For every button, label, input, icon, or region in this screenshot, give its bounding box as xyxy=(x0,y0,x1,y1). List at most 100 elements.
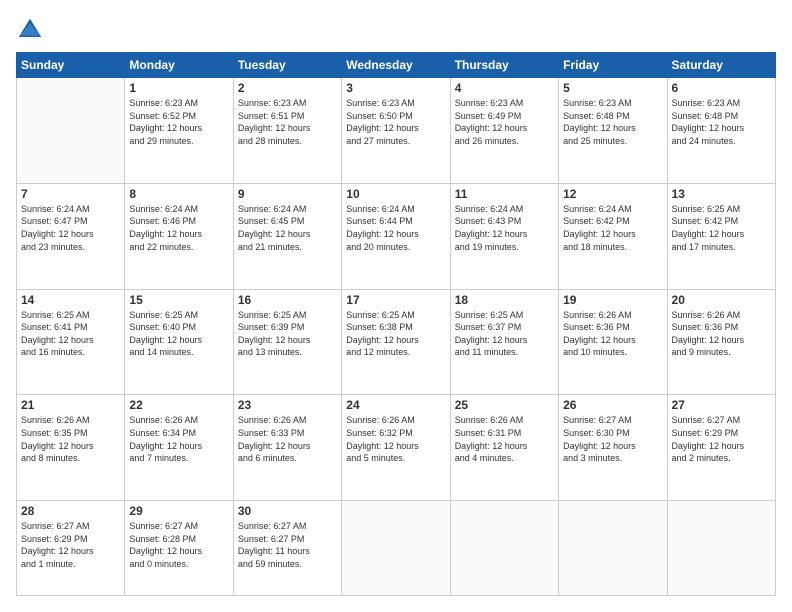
page: SundayMondayTuesdayWednesdayThursdayFrid… xyxy=(0,0,792,612)
day-info: Sunrise: 6:24 AM Sunset: 6:43 PM Dayligh… xyxy=(455,203,554,253)
calendar-cell: 23 Sunrise: 6:26 AM Sunset: 6:33 PM Dayli… xyxy=(233,395,341,501)
week-row-4: 21Sunrise: 6:26 AM Sunset: 6:35 PM Dayli… xyxy=(17,395,776,501)
day-number: 27 xyxy=(672,398,771,412)
day-info: Sunrise: 6:23 AM Sunset: 6:49 PM Dayligh… xyxy=(455,97,554,147)
day-info: Sunrise: 6:27 AM Sunset: 6:29 PM Dayligh… xyxy=(21,520,120,570)
week-row-1: 1 Sunrise: 6:23 AM Sunset: 6:52 PM Daylig… xyxy=(17,78,776,184)
calendar-cell: 13 Sunrise: 6:25 AM Sunset: 6:42 PM Dayli… xyxy=(667,183,775,289)
day-info: Sunrise: 6:26 AM Sunset: 6:34 PM Dayligh… xyxy=(129,414,228,464)
day-info: Sunrise: 6:24 AM Sunset: 6:45 PM Dayligh… xyxy=(238,203,337,253)
day-number: 5 xyxy=(563,81,662,95)
day-number: 7 xyxy=(21,187,120,201)
day-number: 26 xyxy=(563,398,662,412)
calendar-cell: 1 Sunrise: 6:23 AM Sunset: 6:52 PM Daylig… xyxy=(125,78,233,184)
day-info: Sunrise: 6:26 AM Sunset: 6:33 PM Dayligh… xyxy=(238,414,337,464)
week-row-3: 14 Sunrise: 6:25 AM Sunset: 6:41 PM Dayli… xyxy=(17,289,776,395)
calendar-cell: 17 Sunrise: 6:25 AM Sunset: 6:38 PM Dayli… xyxy=(342,289,450,395)
day-number: 15 xyxy=(129,293,228,307)
day-number: 29 xyxy=(129,504,228,518)
day-number: 28 xyxy=(21,504,120,518)
day-info: Sunrise: 6:23 AM Sunset: 6:50 PM Dayligh… xyxy=(346,97,445,147)
calendar-cell: 19 Sunrise: 6:26 AM Sunset: 6:36 PM Dayli… xyxy=(559,289,667,395)
day-info: Sunrise: 6:27 AM Sunset: 6:30 PM Dayligh… xyxy=(563,414,662,464)
calendar-cell xyxy=(450,501,558,596)
day-number: 24 xyxy=(346,398,445,412)
day-number: 23 xyxy=(238,398,337,412)
day-info: Sunrise: 6:27 AM Sunset: 6:29 PM Dayligh… xyxy=(672,414,771,464)
calendar-cell: 21Sunrise: 6:26 AM Sunset: 6:35 PM Dayli… xyxy=(17,395,125,501)
day-number: 17 xyxy=(346,293,445,307)
calendar-cell: 27 Sunrise: 6:27 AM Sunset: 6:29 PM Dayli… xyxy=(667,395,775,501)
weekday-header-wednesday: Wednesday xyxy=(342,53,450,78)
weekday-header-tuesday: Tuesday xyxy=(233,53,341,78)
day-info: Sunrise: 6:25 AM Sunset: 6:38 PM Dayligh… xyxy=(346,309,445,359)
calendar-cell: 29 Sunrise: 6:27 AM Sunset: 6:28 PM Dayli… xyxy=(125,501,233,596)
calendar-cell: 7 Sunrise: 6:24 AM Sunset: 6:47 PM Daylig… xyxy=(17,183,125,289)
day-number: 1 xyxy=(129,81,228,95)
day-number: 11 xyxy=(455,187,554,201)
day-info: Sunrise: 6:25 AM Sunset: 6:40 PM Dayligh… xyxy=(129,309,228,359)
calendar-cell: 2Sunrise: 6:23 AM Sunset: 6:51 PM Daylig… xyxy=(233,78,341,184)
day-number: 25 xyxy=(455,398,554,412)
day-number: 19 xyxy=(563,293,662,307)
weekday-header-saturday: Saturday xyxy=(667,53,775,78)
header xyxy=(16,16,776,44)
calendar-cell: 22 Sunrise: 6:26 AM Sunset: 6:34 PM Dayli… xyxy=(125,395,233,501)
weekday-header-friday: Friday xyxy=(559,53,667,78)
calendar-cell: 10 Sunrise: 6:24 AM Sunset: 6:44 PM Dayli… xyxy=(342,183,450,289)
day-info: Sunrise: 6:27 AM Sunset: 6:27 PM Dayligh… xyxy=(238,520,337,570)
day-number: 18 xyxy=(455,293,554,307)
day-info: Sunrise: 6:26 AM Sunset: 6:35 PM Dayligh… xyxy=(21,414,120,464)
calendar-cell: 12Sunrise: 6:24 AM Sunset: 6:42 PM Dayli… xyxy=(559,183,667,289)
day-number: 30 xyxy=(238,504,337,518)
calendar-cell: 14 Sunrise: 6:25 AM Sunset: 6:41 PM Dayli… xyxy=(17,289,125,395)
calendar-cell: 8 Sunrise: 6:24 AM Sunset: 6:46 PM Daylig… xyxy=(125,183,233,289)
logo xyxy=(16,16,48,44)
day-info: Sunrise: 6:25 AM Sunset: 6:42 PM Dayligh… xyxy=(672,203,771,253)
day-number: 4 xyxy=(455,81,554,95)
day-number: 16 xyxy=(238,293,337,307)
calendar-cell: 15 Sunrise: 6:25 AM Sunset: 6:40 PM Dayli… xyxy=(125,289,233,395)
day-info: Sunrise: 6:23 AM Sunset: 6:48 PM Dayligh… xyxy=(563,97,662,147)
calendar-table: SundayMondayTuesdayWednesdayThursdayFrid… xyxy=(16,52,776,596)
day-info: Sunrise: 6:26 AM Sunset: 6:36 PM Dayligh… xyxy=(563,309,662,359)
day-info: Sunrise: 6:25 AM Sunset: 6:41 PM Dayligh… xyxy=(21,309,120,359)
day-info: Sunrise: 6:24 AM Sunset: 6:44 PM Dayligh… xyxy=(346,203,445,253)
day-number: 9 xyxy=(238,187,337,201)
day-number: 10 xyxy=(346,187,445,201)
calendar-cell: 5 Sunrise: 6:23 AM Sunset: 6:48 PM Daylig… xyxy=(559,78,667,184)
calendar-cell: 9 Sunrise: 6:24 AM Sunset: 6:45 PM Daylig… xyxy=(233,183,341,289)
day-info: Sunrise: 6:25 AM Sunset: 6:37 PM Dayligh… xyxy=(455,309,554,359)
day-info: Sunrise: 6:23 AM Sunset: 6:48 PM Dayligh… xyxy=(672,97,771,147)
weekday-header-thursday: Thursday xyxy=(450,53,558,78)
week-row-5: 28 Sunrise: 6:27 AM Sunset: 6:29 PM Dayli… xyxy=(17,501,776,596)
calendar-cell: 16 Sunrise: 6:25 AM Sunset: 6:39 PM Dayli… xyxy=(233,289,341,395)
day-info: Sunrise: 6:25 AM Sunset: 6:39 PM Dayligh… xyxy=(238,309,337,359)
day-info: Sunrise: 6:23 AM Sunset: 6:52 PM Dayligh… xyxy=(129,97,228,147)
day-info: Sunrise: 6:24 AM Sunset: 6:42 PM Dayligh… xyxy=(563,203,662,253)
calendar-cell: 6 Sunrise: 6:23 AM Sunset: 6:48 PM Daylig… xyxy=(667,78,775,184)
day-number: 13 xyxy=(672,187,771,201)
calendar-cell: 26 Sunrise: 6:27 AM Sunset: 6:30 PM Dayli… xyxy=(559,395,667,501)
calendar-cell: 20Sunrise: 6:26 AM Sunset: 6:36 PM Dayli… xyxy=(667,289,775,395)
day-info: Sunrise: 6:27 AM Sunset: 6:28 PM Dayligh… xyxy=(129,520,228,570)
calendar-cell: 25 Sunrise: 6:26 AM Sunset: 6:31 PM Dayli… xyxy=(450,395,558,501)
day-info: Sunrise: 6:24 AM Sunset: 6:46 PM Dayligh… xyxy=(129,203,228,253)
calendar-cell xyxy=(667,501,775,596)
day-number: 14 xyxy=(21,293,120,307)
day-number: 3 xyxy=(346,81,445,95)
calendar-cell: 30 Sunrise: 6:27 AM Sunset: 6:27 PM Dayli… xyxy=(233,501,341,596)
logo-icon xyxy=(16,16,44,44)
day-info: Sunrise: 6:26 AM Sunset: 6:31 PM Dayligh… xyxy=(455,414,554,464)
day-number: 8 xyxy=(129,187,228,201)
weekday-header-monday: Monday xyxy=(125,53,233,78)
calendar-cell xyxy=(342,501,450,596)
calendar-cell: 18 Sunrise: 6:25 AM Sunset: 6:37 PM Dayli… xyxy=(450,289,558,395)
day-info: Sunrise: 6:26 AM Sunset: 6:32 PM Dayligh… xyxy=(346,414,445,464)
calendar-cell: 11 Sunrise: 6:24 AM Sunset: 6:43 PM Dayli… xyxy=(450,183,558,289)
calendar-cell: 3 Sunrise: 6:23 AM Sunset: 6:50 PM Daylig… xyxy=(342,78,450,184)
day-info: Sunrise: 6:23 AM Sunset: 6:51 PM Dayligh… xyxy=(238,97,337,147)
day-number: 22 xyxy=(129,398,228,412)
day-info: Sunrise: 6:24 AM Sunset: 6:47 PM Dayligh… xyxy=(21,203,120,253)
day-number: 6 xyxy=(672,81,771,95)
